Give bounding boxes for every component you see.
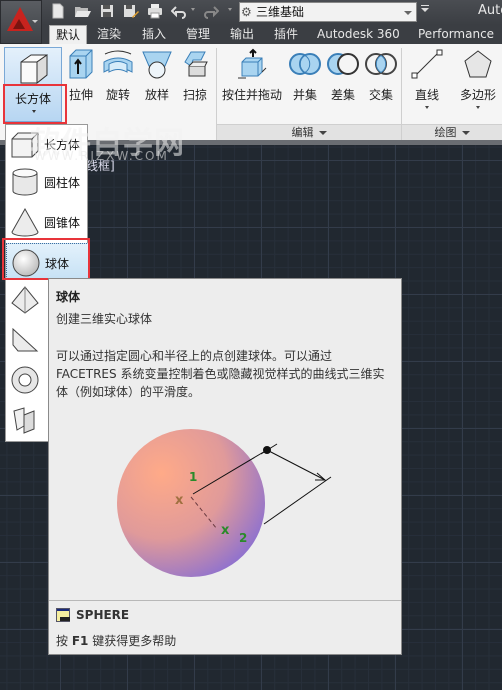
window-title: Auto (478, 3, 502, 18)
watermark-url: WWW.RJZXW.COM (34, 149, 169, 163)
sphere-shape (117, 429, 265, 577)
presspull-button[interactable]: 按住并拖动 (220, 48, 284, 103)
intersect-button[interactable]: 交集 (363, 48, 399, 103)
point-label-2: 2 (239, 531, 247, 545)
wedge-icon (12, 327, 39, 352)
pyramid-icon (11, 286, 39, 314)
new-icon[interactable] (49, 3, 67, 21)
intersect-icon (365, 53, 397, 75)
undo-dropdown-icon[interactable] (191, 8, 195, 11)
command-line-icon (56, 608, 70, 622)
line-button[interactable]: 直线 (408, 48, 446, 109)
center-marker: x (175, 493, 184, 508)
tab-render[interactable]: 渲染 (91, 25, 127, 44)
gear-icon: ⚙ (241, 5, 252, 19)
chevron-down-icon (476, 106, 480, 109)
help-hint: 按 F1 键获得更多帮助 (56, 634, 177, 648)
box-icon (20, 54, 48, 85)
cylinder-icon (12, 168, 38, 196)
dimension-line (266, 449, 326, 481)
tooltip-description: 可以通过指定圆心和半径上的点创建球体。可以通过 FACETRES 系统变量控制着… (56, 349, 385, 399)
redo-icon[interactable] (202, 3, 220, 21)
application-menu-button[interactable] (0, 0, 42, 44)
subtract-icon (327, 53, 359, 75)
revolve-icon (103, 50, 133, 73)
sweep-icon (184, 51, 208, 77)
chevron-down-icon (425, 106, 429, 109)
tooltip-subtitle: 创建三维实心球体 (56, 312, 153, 326)
open-icon[interactable] (74, 3, 92, 21)
tooltip-title: 球体 (56, 290, 81, 304)
highlight-sphere-item (2, 238, 90, 280)
plot-icon[interactable] (146, 3, 164, 21)
tab-output[interactable]: 输出 (224, 25, 260, 44)
chevron-down-icon (32, 20, 38, 23)
save-as-icon[interactable] (122, 3, 140, 21)
polygon-icon (464, 50, 492, 78)
polygon-button[interactable]: 多边形 (456, 48, 500, 109)
radius-point-marker: x (221, 523, 230, 538)
union-button[interactable]: 并集 (287, 48, 323, 103)
grip-point (263, 446, 271, 454)
dropdown-item-cone[interactable]: 圆锥体 (6, 203, 89, 241)
extrude-button[interactable]: 拉伸 (64, 48, 98, 103)
chevron-down-icon (404, 11, 412, 15)
panel-draw-footer[interactable]: 绘图 (402, 124, 502, 140)
union-icon (289, 53, 321, 75)
customize-quick-access-icon[interactable] (421, 5, 429, 13)
line-icon (411, 49, 443, 79)
tab-insert[interactable]: 插入 (136, 25, 172, 44)
tab-default[interactable]: 默认 (49, 25, 88, 44)
workspace-selector[interactable]: ⚙ 三维基础 (239, 2, 417, 22)
dropdown-item-cylinder[interactable]: 圆柱体 (6, 163, 89, 201)
command-name: SPHERE (76, 608, 130, 622)
sweep-button[interactable]: 扫掠 (178, 48, 212, 103)
chevron-down-icon (318, 131, 327, 135)
tab-autodesk-360[interactable]: Autodesk 360 (311, 25, 406, 44)
undo-icon[interactable] (170, 3, 188, 21)
presspull-icon (238, 48, 267, 79)
revolve-button[interactable]: 旋转 (100, 48, 136, 103)
torus-icon (11, 366, 39, 394)
cone-icon (11, 207, 39, 237)
save-icon[interactable] (98, 3, 116, 21)
workspace-name: 三维基础 (256, 5, 305, 19)
loft-icon (142, 51, 172, 79)
extrude-icon (69, 49, 93, 79)
panel-edit-footer[interactable]: 编辑 (217, 124, 401, 140)
polysolid-icon (13, 407, 35, 434)
tab-plugins[interactable]: 插件 (268, 25, 304, 44)
point-label-1: 1 (189, 470, 197, 484)
tab-performance[interactable]: Performance (412, 25, 500, 44)
sphere-tooltip: 球体 创建三维实心球体 可以通过指定圆心和半径上的点创建球体。可以通过 FACE… (48, 278, 402, 655)
chevron-down-icon (461, 131, 470, 135)
loft-button[interactable]: 放样 (140, 48, 174, 103)
tooltip-divider (49, 600, 401, 601)
redo-dropdown-icon[interactable] (228, 8, 232, 11)
leader-line-2 (263, 476, 332, 525)
arrow-head-icon (315, 472, 327, 481)
subtract-button[interactable]: 差集 (325, 48, 361, 103)
tab-manage[interactable]: 管理 (180, 25, 216, 44)
sphere-illustration: x x 1 2 (117, 429, 332, 577)
